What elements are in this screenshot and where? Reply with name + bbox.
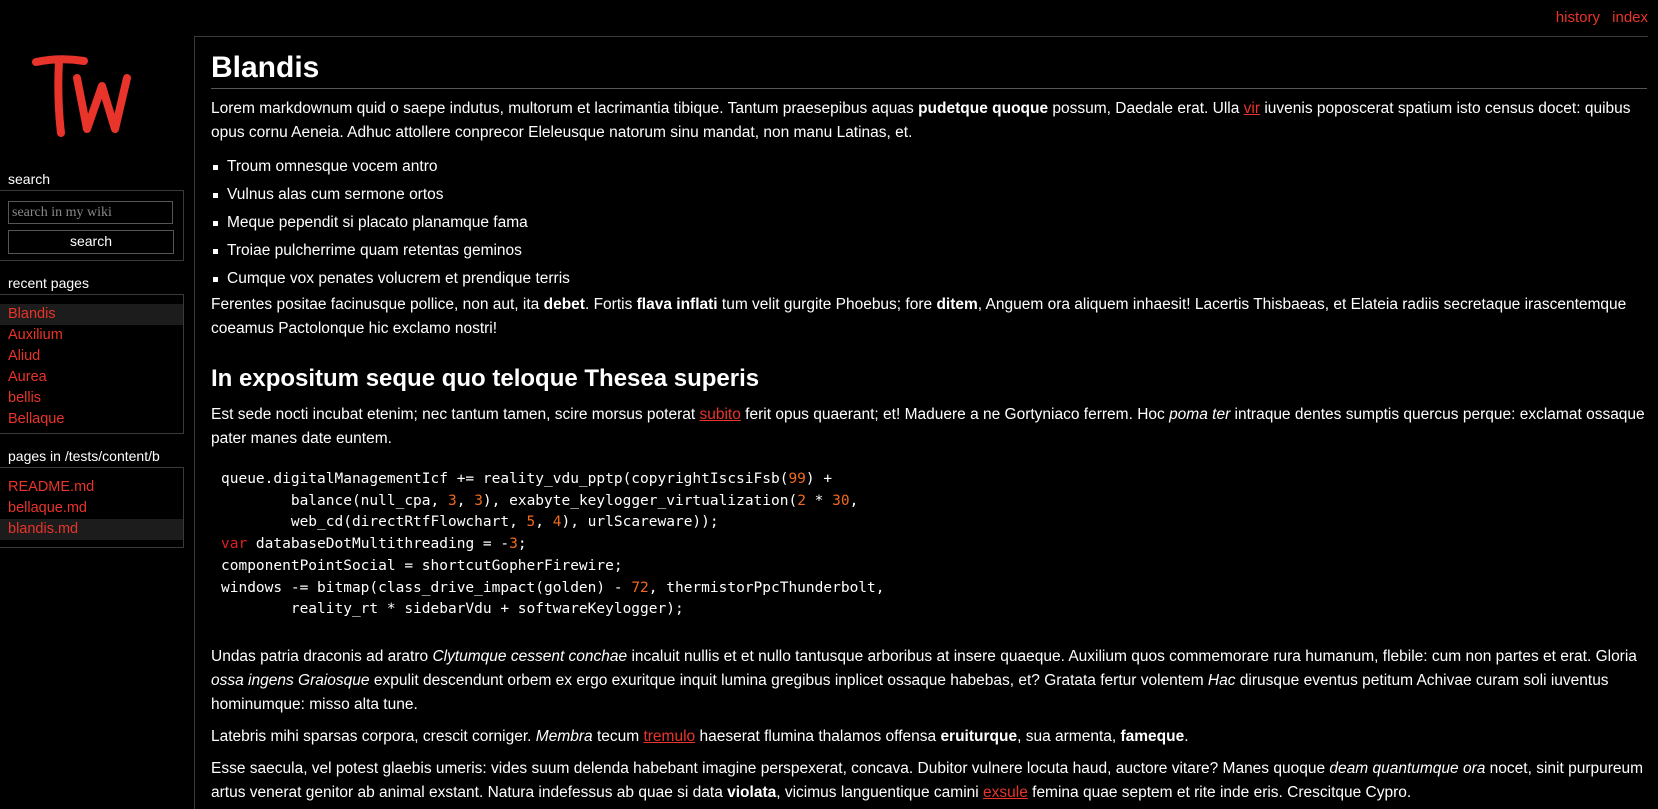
tw-logo[interactable] [30, 54, 134, 145]
text: Latebris mihi sparsas corpora, crescit c… [211, 727, 536, 745]
italic-text: Clytumque cessent conchae [432, 647, 628, 665]
recent-page-item[interactable]: Auxilium [0, 325, 183, 346]
text: , sua armenta, [1017, 727, 1121, 745]
italic-text: Hac [1207, 671, 1236, 689]
italic-text: ossa ingens Graiosque [211, 671, 370, 689]
text: Esse saecula, vel potest glaebis umeris:… [211, 759, 1330, 777]
recent-page-item[interactable]: Aliud [0, 346, 183, 367]
pages-in-folder-list: README.md bellaque.md blandis.md [0, 467, 184, 548]
list-item: Troiae pulcherrime quam retentas geminos [213, 237, 1648, 265]
paragraph: Undas patria draconis ad aratro Clytumqu… [211, 645, 1647, 717]
link-exsule[interactable]: exsule [983, 784, 1028, 801]
search-button[interactable]: search [8, 230, 174, 254]
text: femina quae septem et rite inde eris. Cr… [1027, 783, 1412, 801]
history-link[interactable]: history [1556, 9, 1600, 26]
list-item: Vulnus alas cum sermone ortos [213, 181, 1648, 209]
code-block: queue.digitalManagementIcf += reality_vd… [221, 471, 885, 618]
text: haeserat flumina thalamos offensa [695, 727, 941, 745]
italic-text: poma ter [1169, 406, 1231, 423]
text: . Fortis [584, 296, 637, 313]
recent-pages-title: recent pages [8, 275, 89, 291]
recent-pages-list: Blandis Auxilium Aliud Aurea bellis Bell… [0, 294, 184, 434]
text: incaluit nullis et et nullo tantusque ar… [627, 647, 1637, 665]
italic-text: Membra [535, 727, 593, 745]
top-nav: history index [1548, 9, 1648, 26]
paragraph: Lorem markdownum quid o saepe indutus, m… [211, 97, 1647, 145]
italic-text: deam quantumque ora [1329, 759, 1486, 777]
index-link[interactable]: index [1612, 9, 1648, 26]
text: Ferentes positae facinusque pollice, non… [211, 296, 544, 313]
list-item: Troum omnesque vocem antro [213, 153, 1648, 181]
bold-text: fameque [1120, 727, 1185, 745]
article-content: Blandis Lorem markdownum quid o saepe in… [194, 36, 1648, 809]
search-box: search [0, 190, 184, 261]
text: , vicimus languentique camini [776, 783, 984, 801]
recent-page-item[interactable]: Aurea [0, 367, 183, 388]
recent-page-item[interactable]: Blandis [0, 304, 183, 325]
list-item: Cumque vox penates volucrem et prendique… [213, 265, 1648, 293]
bold-text: flava inflati [636, 296, 718, 313]
bold-text: violata [727, 783, 777, 801]
sidebar: search search recent pages Blandis Auxil… [0, 36, 186, 809]
section-heading: In expositum seque quo teloque Thesea su… [211, 365, 760, 392]
recent-page-item[interactable]: Bellaque [0, 409, 183, 430]
link-vir[interactable]: vir [1244, 100, 1260, 117]
paragraph: Est sede nocti incubat etenim; nec tantu… [211, 403, 1647, 451]
link-subito[interactable]: subito [700, 406, 741, 423]
folder-page-item[interactable]: blandis.md [0, 519, 183, 540]
paragraph: Ferentes positae facinusque pollice, non… [211, 293, 1647, 341]
text: Undas patria draconis ad aratro [211, 647, 433, 665]
bullet-list: Troum omnesque vocem antro Vulnus alas c… [211, 153, 1648, 293]
text: Lorem markdownum quid o saepe indutus, m… [211, 100, 919, 117]
link-tremulo[interactable]: tremulo [643, 728, 695, 745]
bold-text: pudetque quoque [918, 100, 1049, 117]
text: ferit opus quaerant; et! Maduere a ne Go… [740, 406, 1170, 423]
search-title: search [8, 171, 51, 187]
paragraph: Latebris mihi sparsas corpora, crescit c… [211, 725, 1647, 749]
paragraph: Esse saecula, vel potest glaebis umeris:… [211, 757, 1647, 805]
bold-text: debet [543, 296, 585, 313]
folder-page-item[interactable]: bellaque.md [0, 498, 183, 519]
text: possum, Daedale erat. Ulla [1048, 100, 1244, 117]
list-item: Meque pependit si placato planamque fama [213, 209, 1648, 237]
text: . [1184, 727, 1189, 745]
pages-in-folder-title: pages in /tests/content/b [8, 448, 160, 464]
folder-page-item[interactable]: README.md [0, 477, 183, 498]
text: tecum [592, 727, 644, 745]
bold-text: ditem [936, 296, 978, 313]
text: tum velit gurgite Phoebus; fore [717, 296, 937, 313]
text: expulit descendunt orbem ex ergo exuritq… [369, 671, 1208, 689]
bold-text: eruiturque [940, 727, 1018, 745]
recent-page-item[interactable]: bellis [0, 388, 183, 409]
search-input[interactable] [8, 201, 173, 224]
page-title: Blandis [211, 51, 1647, 89]
text: Est sede nocti incubat etenim; nec tantu… [211, 406, 700, 423]
